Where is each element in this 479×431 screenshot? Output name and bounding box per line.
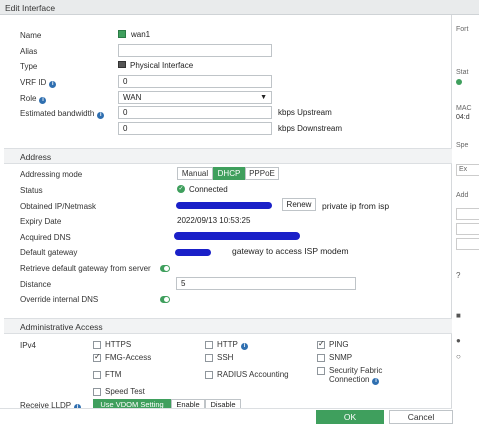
mode-pppoe-button[interactable]: PPPoE (245, 167, 279, 180)
snmp-checkbox[interactable] (317, 354, 325, 362)
redacted-ip (176, 202, 272, 209)
side-dropdown-text: Ex (459, 166, 468, 173)
vrf-id-label-text: VRF ID (20, 78, 47, 87)
side-dropdown[interactable]: Ex (456, 164, 479, 176)
https-label: HTTPS (105, 340, 132, 349)
address-section-title: Address (20, 152, 52, 162)
bandwidth-upstream-input[interactable]: 0 (118, 106, 272, 119)
side-box-1[interactable] (456, 208, 479, 220)
expiry-label: Expiry Date (20, 217, 62, 226)
chat-icon[interactable]: ● (456, 336, 461, 345)
role-label-text: Role (20, 94, 37, 103)
ssh-label: SSH (217, 353, 234, 362)
side-box-3[interactable] (456, 238, 479, 250)
speed-test-checkbox[interactable] (93, 388, 101, 396)
retrieve-gateway-toggle[interactable] (160, 265, 170, 272)
ping-checkbox[interactable] (317, 339, 325, 349)
addressing-mode-label: Addressing mode (20, 170, 83, 179)
override-dns-toggle[interactable] (160, 296, 170, 303)
ftm-checkbox[interactable] (93, 371, 101, 379)
admin-access-section-title: Administrative Access (20, 322, 103, 332)
fmg-access-label: FMG-Access (105, 353, 152, 362)
distance-label: Distance (20, 280, 52, 289)
chevron-down-icon: ▼ (260, 94, 267, 101)
gateway-note: gateway to access ISP modem (232, 246, 349, 256)
dialog-titlebar: Edit Interface (0, 0, 479, 15)
info-icon: i (97, 112, 105, 119)
redacted-dns (174, 232, 300, 240)
side-text-fort: Fort (456, 26, 469, 33)
name-label: Name (20, 31, 42, 40)
ssh-checkbox[interactable] (205, 354, 213, 362)
dialog-footer (0, 408, 452, 431)
upstream-unit: kbps Upstream (278, 108, 332, 117)
side-text-mac: MAC (456, 105, 472, 112)
security-fabric-checkbox[interactable] (317, 367, 325, 375)
mode-dhcp-button[interactable]: DHCP (213, 167, 245, 180)
renew-button[interactable]: Renew (282, 198, 316, 211)
ipv4-label: IPv4 (20, 341, 37, 350)
side-info-panel: Fort Stat MAC 04:d Spe Ex Add ? ■ ● ○ (453, 15, 479, 431)
info-icon: i (240, 343, 248, 350)
security-fabric-label: Security Fabric Connection i (329, 366, 389, 385)
comment-icon[interactable]: ○ (456, 352, 461, 361)
role-select[interactable]: WAN ▼ (118, 91, 272, 104)
side-text-speed: Spe (456, 142, 469, 149)
type-label: Type (20, 62, 38, 71)
admin-access-section-header: Administrative Access (4, 318, 452, 334)
info-icon: i (372, 378, 380, 385)
http-label-text: HTTP (217, 340, 238, 349)
status-value: Connected (189, 185, 228, 194)
interface-port-icon (118, 30, 126, 38)
expiry-value: 2022/09/13 10:53:25 (177, 216, 251, 225)
dialog-title: Edit Interface (5, 3, 56, 13)
snmp-label: SNMP (329, 353, 353, 362)
obtained-ip-note: private ip from isp (322, 201, 390, 211)
obtained-ip-label: Obtained IP/Netmask (20, 202, 97, 211)
alias-input[interactable] (118, 44, 272, 57)
bandwidth-downstream-input[interactable]: 0 (118, 122, 272, 135)
type-value: Physical Interface (130, 61, 194, 70)
alias-label: Alias (20, 47, 38, 56)
override-dns-label: Override internal DNS (20, 295, 99, 304)
speed-test-label: Speed Test (105, 387, 145, 396)
retrieve-gateway-label: Retrieve default gateway from server (20, 264, 151, 273)
radius-accounting-label: RADIUS Accounting (217, 370, 289, 379)
ping-label: PING (329, 340, 349, 349)
ok-button[interactable]: OK (316, 410, 384, 424)
help-icon[interactable]: ? (456, 271, 460, 280)
side-text-status: Stat (456, 69, 469, 76)
ftm-label: FTM (105, 370, 122, 379)
fmg-access-checkbox[interactable] (93, 352, 101, 362)
check-circle-icon: ✓ (177, 185, 185, 193)
info-icon: i (49, 81, 57, 88)
redacted-gateway (175, 249, 211, 256)
radius-accounting-checkbox[interactable] (205, 371, 213, 379)
http-checkbox[interactable] (205, 341, 213, 349)
side-text-mac-value: 04:d (456, 114, 470, 121)
cancel-button[interactable]: Cancel (389, 410, 453, 424)
acquired-dns-label: Acquired DNS (20, 233, 71, 242)
bandwidth-label-text: Estimated bandwidth (20, 109, 95, 118)
role-label: Role i (20, 94, 47, 104)
side-box-2[interactable] (456, 223, 479, 235)
info-icon: i (39, 97, 47, 104)
side-text-add: Add (456, 192, 469, 199)
status-label: Status (20, 186, 43, 195)
https-checkbox[interactable] (93, 341, 101, 349)
status-up-icon (456, 79, 462, 85)
role-select-value: WAN (123, 93, 142, 102)
default-gateway-label: Default gateway (20, 248, 78, 257)
video-icon[interactable]: ■ (456, 311, 461, 320)
vrf-id-input[interactable]: 0 (118, 75, 272, 88)
address-section-header: Address (4, 148, 452, 164)
mode-manual-button[interactable]: Manual (177, 167, 213, 180)
vrf-id-label: VRF ID i (20, 78, 57, 88)
bandwidth-label: Estimated bandwidth i (20, 109, 105, 119)
name-value: wan1 (131, 30, 151, 39)
downstream-unit: kbps Downstream (278, 124, 343, 133)
distance-input[interactable]: 5 (176, 277, 356, 290)
http-label: HTTP i (217, 340, 248, 350)
physical-port-icon (118, 61, 126, 68)
